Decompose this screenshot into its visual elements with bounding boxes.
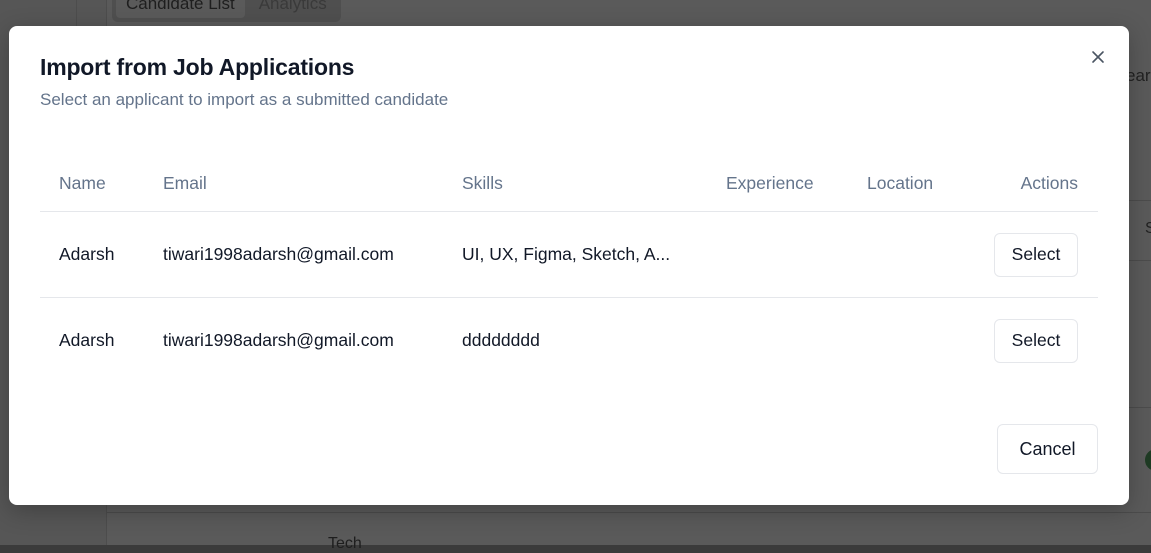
close-icon bbox=[1092, 51, 1104, 63]
select-button[interactable]: Select bbox=[994, 232, 1078, 277]
column-header-skills: Skills bbox=[462, 172, 503, 193]
applicant-skills: dddddddd bbox=[462, 330, 540, 350]
applicant-email: tiwari1998adarsh@gmail.com bbox=[163, 330, 394, 350]
background-divider bbox=[1129, 407, 1151, 408]
tab-candidate-list: Candidate List bbox=[116, 0, 245, 18]
column-header-email: Email bbox=[163, 172, 207, 193]
cancel-button[interactable]: Cancel bbox=[997, 424, 1098, 474]
table-row: Adarsh tiwari1998adarsh@gmail.com dddddd… bbox=[40, 298, 1098, 383]
import-dialog: Import from Job Applications Select an a… bbox=[9, 26, 1129, 505]
background-divider bbox=[1129, 200, 1151, 201]
row-actions: Select bbox=[994, 298, 1078, 383]
close-button[interactable] bbox=[1087, 46, 1109, 68]
background-tab-bar: Candidate List Analytics bbox=[112, 0, 341, 22]
column-header-actions: Actions bbox=[1020, 172, 1078, 193]
column-header-name: Name bbox=[59, 172, 106, 193]
background-text-fragment: ear bbox=[1126, 66, 1151, 85]
table-header-row: Name Email Skills Experience Location Ac… bbox=[40, 155, 1098, 212]
applicant-skills: UI, UX, Figma, Sketch, A... bbox=[462, 244, 671, 264]
column-header-experience: Experience bbox=[726, 172, 814, 193]
select-button[interactable]: Select bbox=[994, 318, 1078, 363]
dialog-title: Import from Job Applications bbox=[40, 54, 355, 80]
column-header-location: Location bbox=[867, 172, 934, 193]
background-divider bbox=[106, 512, 1151, 513]
background-text-fragment: S bbox=[1145, 220, 1151, 237]
applicant-name: Adarsh bbox=[59, 244, 115, 264]
tab-analytics: Analytics bbox=[258, 0, 327, 13]
row-actions: Select bbox=[994, 212, 1078, 297]
background-status-dot bbox=[1145, 449, 1151, 471]
background-text-fragment: Tech bbox=[328, 535, 362, 552]
applicants-table: Name Email Skills Experience Location Ac… bbox=[40, 155, 1098, 383]
background-divider bbox=[1129, 260, 1151, 261]
applicant-name: Adarsh bbox=[59, 330, 115, 350]
applicant-email: tiwari1998adarsh@gmail.com bbox=[163, 244, 394, 264]
table-row: Adarsh tiwari1998adarsh@gmail.com UI, UX… bbox=[40, 212, 1098, 298]
dialog-subtitle: Select an applicant to import as a submi… bbox=[40, 90, 449, 109]
